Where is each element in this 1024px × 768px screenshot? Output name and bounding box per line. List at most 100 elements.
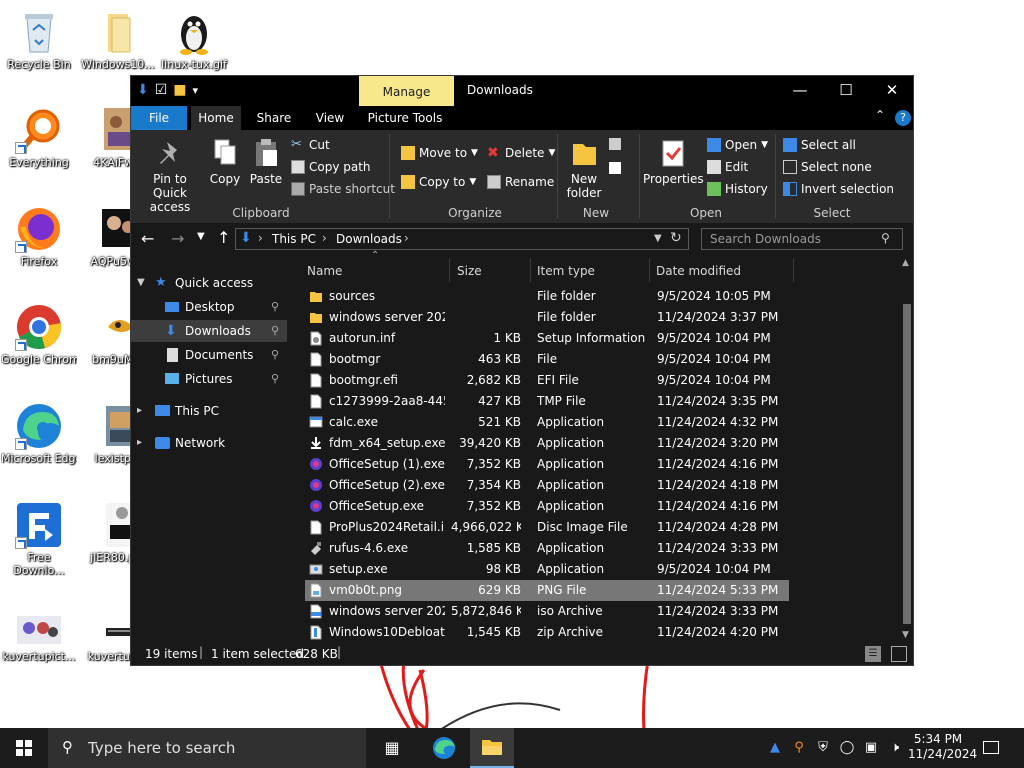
tray-security-icon[interactable]: ⛨ <box>814 728 832 768</box>
nav-this-pc[interactable]: ▸ This PC <box>131 400 287 422</box>
cut-button[interactable]: ✂ Cut <box>291 138 330 153</box>
breadcrumb-downloads[interactable]: Downloads <box>336 232 402 246</box>
scroll-thumb[interactable] <box>903 304 911 624</box>
tray-download-manager-icon[interactable]: ▲ <box>766 728 784 768</box>
file-row[interactable]: bootmgr.efi 2,682 KB EFI File 9/5/2024 10:0… <box>305 370 789 391</box>
vertical-scrollbar[interactable]: ▲ ▼ <box>901 256 913 644</box>
scroll-down-icon[interactable]: ▼ <box>902 630 909 640</box>
file-row[interactable]: setup.exe 98 KB Application 9/5/2024 10:04 … <box>305 559 789 580</box>
qat-dropdown-icon[interactable]: ▾ <box>193 84 199 97</box>
desktop-icon-recycle-bin[interactable]: Recycle Bin <box>1 8 77 72</box>
tray-everything-icon[interactable]: ⚲ <box>790 728 808 768</box>
column-header-name[interactable]: Name <box>307 260 447 282</box>
back-arrow-icon[interactable]: ← <box>141 229 154 248</box>
rename-button[interactable]: Rename <box>487 175 554 189</box>
tab-picture-tools[interactable]: Picture Tools <box>363 106 447 130</box>
collapse-ribbon-icon[interactable]: ⌃ <box>875 108 885 122</box>
file-row[interactable]: OfficeSetup (2).exe 7,354 KB Application 11… <box>305 475 789 496</box>
help-icon[interactable]: ? <box>895 110 911 126</box>
file-row[interactable]: Windows10Debloat... 1,545 KB zip Archive 11… <box>305 622 789 643</box>
large-icons-view-button[interactable] <box>891 646 907 662</box>
manage-contextual-tab[interactable]: Manage <box>359 76 454 106</box>
notifications-button[interactable] <box>976 728 1006 768</box>
file-row[interactable]: vm0b0t.png 629 KB PNG File 11/24/2024 5:33 … <box>305 580 789 601</box>
details-view-button[interactable]: ☰ <box>865 646 881 662</box>
file-row[interactable]: windows server 202... File folder 11/24/20… <box>305 307 789 328</box>
up-arrow-icon[interactable]: ↑ <box>217 228 230 247</box>
properties-icon[interactable]: ☑ <box>155 82 168 98</box>
new-item-button[interactable] <box>609 138 629 156</box>
easy-access-button[interactable] <box>609 162 629 180</box>
folder-icon[interactable]: ■ <box>173 82 186 98</box>
tray-volume-muted-icon[interactable]: 🕨 <box>886 728 904 768</box>
column-header-item-type[interactable]: Item type <box>537 260 647 282</box>
tab-file[interactable]: File <box>131 106 187 130</box>
nav-quick-access[interactable]: ▼ ★ Quick access <box>131 272 287 294</box>
start-button[interactable] <box>0 728 48 768</box>
tab-home[interactable]: Home <box>191 106 241 130</box>
new-folder-button[interactable]: New folder <box>561 138 607 200</box>
edge-taskbar-button[interactable] <box>424 728 464 768</box>
nav-desktop[interactable]: Desktop ⚲ <box>131 296 287 318</box>
column-separator[interactable] <box>449 258 450 282</box>
nav-network[interactable]: ▸ Network <box>131 432 287 454</box>
nav-pictures[interactable]: Pictures ⚲ <box>131 368 287 390</box>
scroll-up-icon[interactable]: ▲ <box>902 258 909 268</box>
copy-path-button[interactable]: Copy path <box>291 160 371 174</box>
refresh-icon[interactable]: ↻ <box>670 230 682 246</box>
select-none-button[interactable]: Select none <box>783 160 872 174</box>
file-row[interactable]: bootmgr 463 KB File 9/5/2024 10:04 PM <box>305 349 789 370</box>
file-row[interactable]: calc.exe 521 KB Application 11/24/2024 4:32… <box>305 412 789 433</box>
column-separator[interactable] <box>649 258 650 282</box>
file-row[interactable]: autorun.inf 1 KB Setup Information 9/5/2024… <box>305 328 789 349</box>
file-row[interactable]: OfficeSetup (1).exe 7,352 KB Application 11… <box>305 454 789 475</box>
delete-button[interactable]: ✖ Delete ▼ <box>487 146 555 160</box>
task-view-button[interactable]: ▦ <box>376 728 408 768</box>
properties-button[interactable]: Properties <box>643 138 704 186</box>
paste-shortcut-button[interactable]: Paste shortcut <box>291 182 395 196</box>
file-explorer-taskbar-button[interactable] <box>470 728 514 768</box>
file-row[interactable]: windows server 202... 5,872,846 KB iso Arc… <box>305 601 789 622</box>
down-arrow-icon[interactable]: ⬇ <box>137 82 149 98</box>
invert-selection-button[interactable]: Invert selection <box>783 182 894 196</box>
desktop-icon-google-chrome[interactable]: Google Chrome <box>1 303 77 367</box>
file-row[interactable]: rufus-4.6.exe 1,585 KB Application 11/24/20… <box>305 538 789 559</box>
nav-downloads[interactable]: ⬇ Downloads ⚲ <box>131 320 287 342</box>
taskbar-search-input[interactable]: Type here to search <box>48 728 366 768</box>
desktop-icon-kuvertupict[interactable]: kuvertupict... <box>1 612 77 664</box>
address-dropdown-icon[interactable]: ▼ <box>654 233 662 244</box>
recent-locations-chevron-icon[interactable]: ▼ <box>197 231 205 242</box>
tray-clock[interactable]: 5:34 PM 11/24/2024 <box>908 728 977 768</box>
tab-share[interactable]: Share <box>249 106 299 130</box>
forward-arrow-icon[interactable]: → <box>171 229 184 248</box>
copy-to-button[interactable]: Copy to ▼ <box>401 175 476 189</box>
pin-to-quick-access-button[interactable]: Pin to Quick access <box>137 138 203 214</box>
desktop-icon-windows10-folder[interactable]: Windows10... <box>80 8 156 72</box>
copy-button[interactable]: Copy <box>207 138 243 186</box>
open-button[interactable]: Open ▼ <box>707 138 768 152</box>
move-to-button[interactable]: Move to ▼ <box>401 146 478 160</box>
file-row[interactable]: ProPlus2024Retail.i... 4,966,022 KB Disc I… <box>305 517 789 538</box>
column-header-date-modified[interactable]: Date modified <box>656 260 786 282</box>
column-separator[interactable] <box>530 258 531 282</box>
address-bar[interactable]: ⬇ › This PC › Downloads › ▼ ↻ <box>235 228 689 250</box>
column-separator[interactable] <box>793 258 794 282</box>
tray-usb-icon[interactable]: ◯ <box>838 728 856 768</box>
close-button[interactable]: ✕ <box>869 76 915 106</box>
file-row[interactable]: OfficeSetup.exe 7,352 KB Application 11/24/… <box>305 496 789 517</box>
search-input[interactable]: Search Downloads <box>701 228 903 250</box>
history-button[interactable]: History <box>707 182 768 196</box>
desktop-icon-firefox[interactable]: Firefox <box>1 205 77 269</box>
edit-button[interactable]: Edit <box>707 160 748 174</box>
tab-view[interactable]: View <box>305 106 355 130</box>
nav-documents[interactable]: Documents ⚲ <box>131 344 287 366</box>
select-all-button[interactable]: Select all <box>783 138 856 152</box>
paste-button[interactable]: Paste <box>247 138 285 186</box>
tray-network-icon[interactable]: ▣ <box>862 728 880 768</box>
maximize-button[interactable]: ☐ <box>823 76 869 106</box>
desktop-icon-microsoft-edge[interactable]: Microsoft Edge <box>1 402 77 466</box>
desktop-icon-free-download-manager[interactable]: Free Downlo... <box>1 501 77 577</box>
column-header-size[interactable]: Size <box>457 260 527 282</box>
desktop-icon-linux-tux[interactable]: linux-tux.gif <box>156 8 232 72</box>
minimize-button[interactable]: — <box>777 76 823 106</box>
